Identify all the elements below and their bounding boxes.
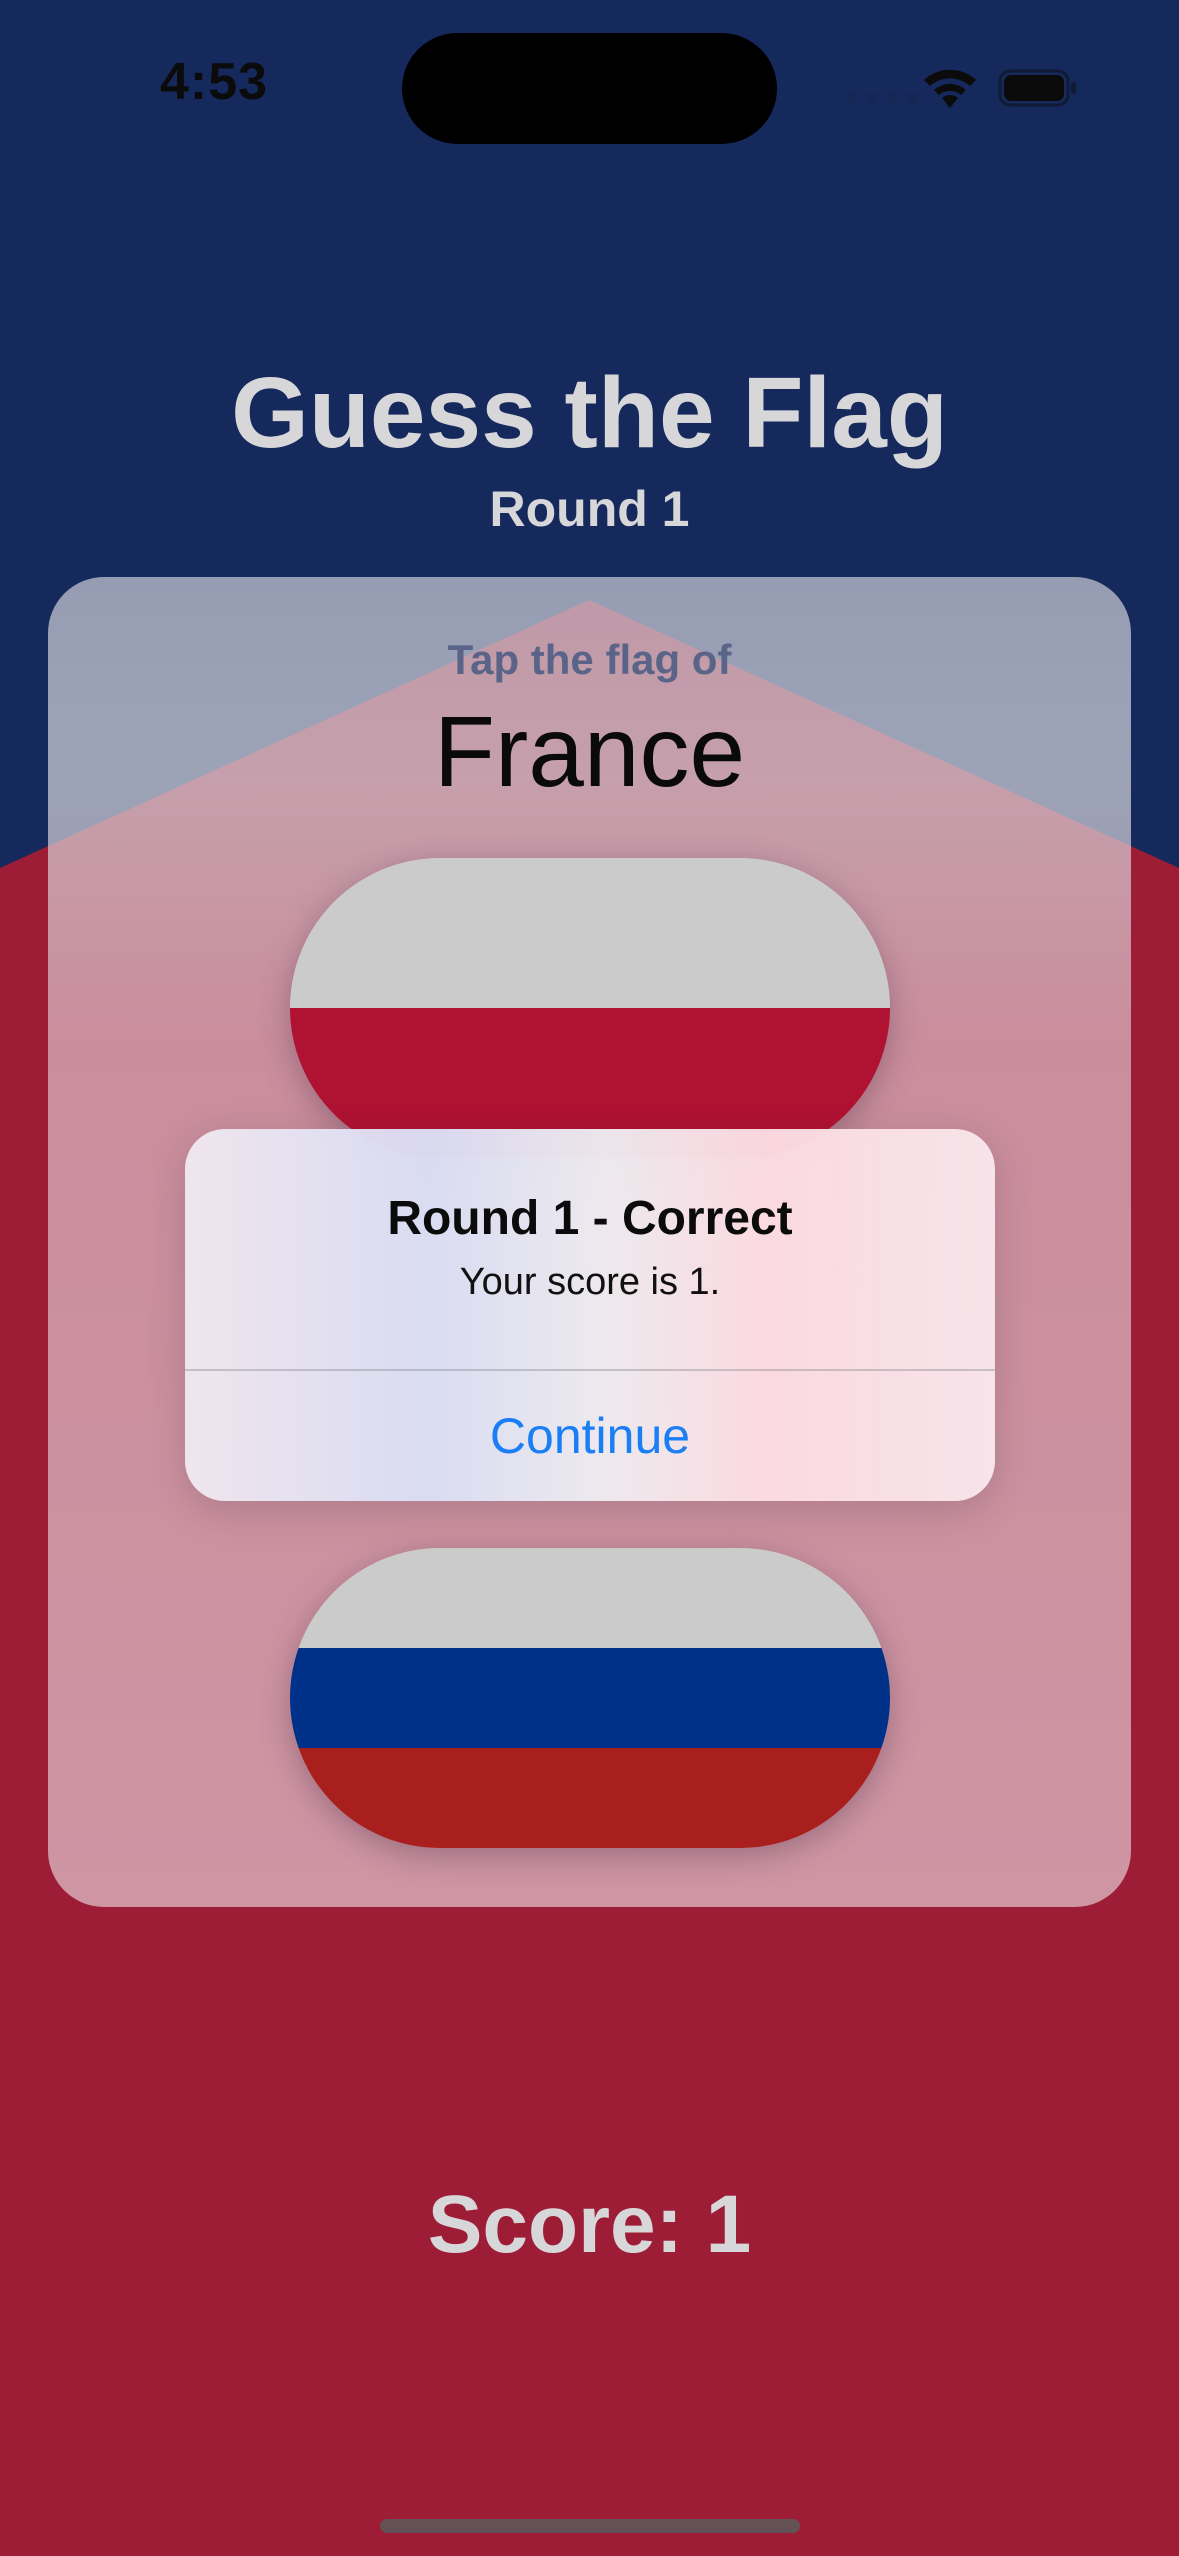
- alert-message: Your score is 1.: [459, 1261, 721, 1303]
- result-alert: Round 1 - Correct Your score is 1. Conti…: [185, 1129, 995, 1501]
- flag-button-russia[interactable]: [290, 1548, 890, 1848]
- cellular-signal-icon: [846, 92, 918, 104]
- dynamic-island: [402, 33, 777, 144]
- battery-icon: [998, 69, 1076, 107]
- wifi-icon: [924, 69, 976, 108]
- flag-stripe: [290, 1648, 890, 1748]
- question-prompt: Tap the flag of: [447, 636, 732, 683]
- home-indicator[interactable]: [380, 2519, 800, 2533]
- alert-title: Round 1 - Correct: [387, 1192, 793, 1245]
- flag-stripe: [290, 1548, 890, 1648]
- app-title: Guess the Flag: [231, 357, 948, 469]
- flag-stripe: [290, 858, 890, 1008]
- flag-button-poland[interactable]: [290, 858, 890, 1158]
- score-label: Score: 1: [427, 2179, 752, 2270]
- flag-stripe: [290, 1748, 890, 1848]
- status-time: 4:53: [160, 53, 269, 111]
- continue-button[interactable]: Continue: [185, 1371, 995, 1501]
- target-country: France: [433, 696, 746, 808]
- round-label: Round 1: [489, 481, 690, 537]
- status-bar: 4:53: [0, 0, 1179, 170]
